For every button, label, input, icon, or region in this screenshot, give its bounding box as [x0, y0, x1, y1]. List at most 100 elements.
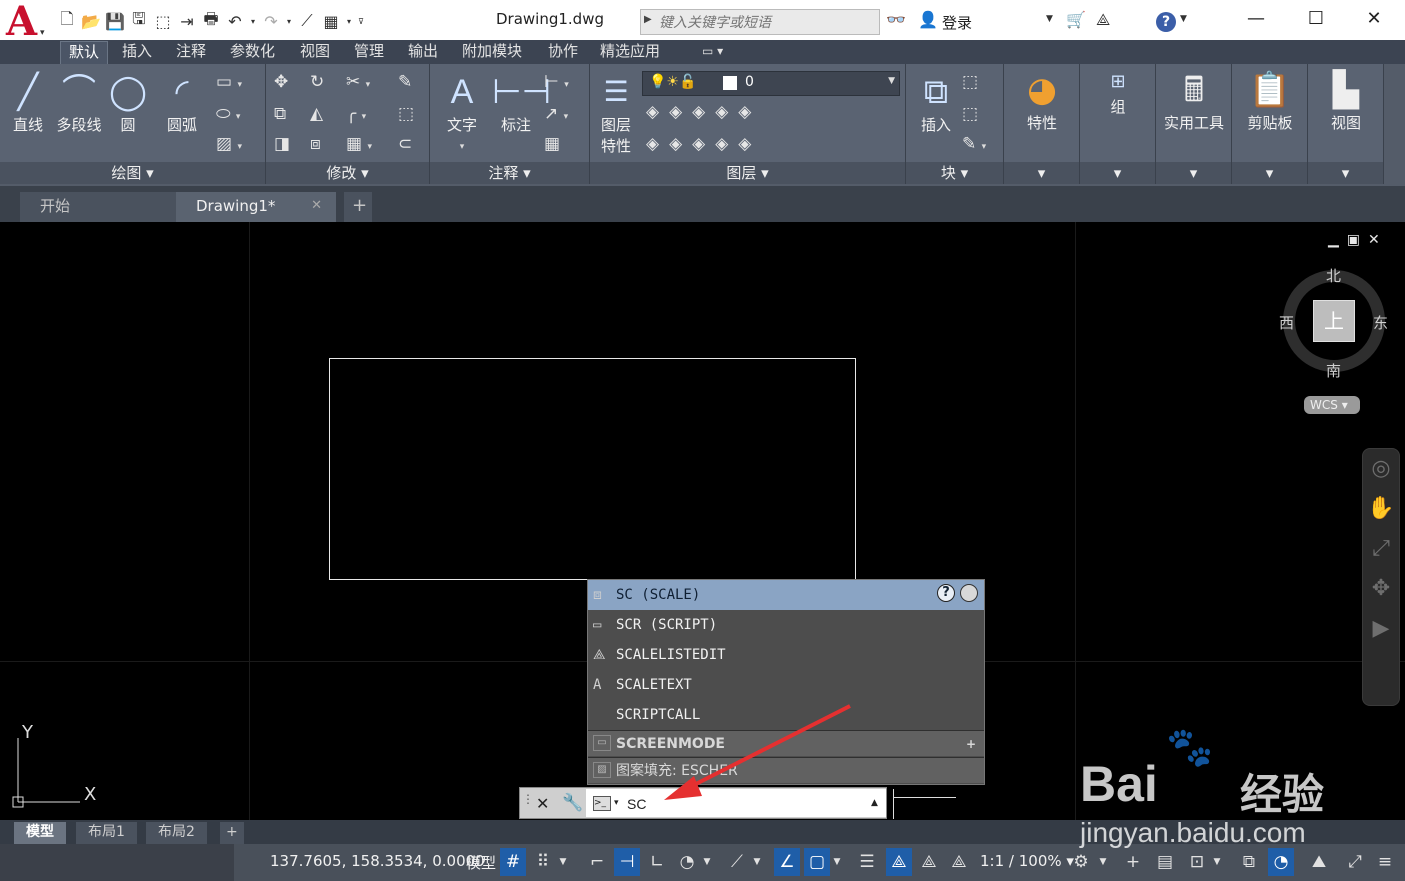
compass-east[interactable]: 东 [1373, 312, 1388, 333]
tab-collaborate[interactable]: 协作 [540, 41, 586, 64]
user-icon[interactable]: 👤 [918, 10, 938, 29]
layers-panel-footer[interactable]: 图层 ▾ [590, 162, 905, 184]
tab-default[interactable]: 默认 [60, 41, 109, 64]
block-attribute-icon[interactable]: ✎ ▾ [962, 134, 986, 154]
model-space-button[interactable]: 模型 [466, 852, 496, 873]
fullscreen-icon[interactable]: ⤢ [1342, 848, 1368, 876]
application-menu-button[interactable]: A ▾ [0, 0, 52, 45]
groups-panel-expand[interactable]: ▾ [1080, 162, 1155, 184]
annotation-scale-readout[interactable]: 1:1 / 100% ▾ [980, 852, 1074, 870]
group-button[interactable]: ⊞ 组 [1088, 68, 1148, 117]
line-button[interactable]: ╱ 直线 [8, 70, 48, 135]
block-panel-footer[interactable]: 块 ▾ [906, 162, 1003, 184]
binoculars-icon[interactable]: 👓 [886, 10, 906, 29]
mirror-icon[interactable]: ◭ [310, 104, 323, 124]
tab-annotate[interactable]: 注释 [168, 41, 214, 64]
wcs-menu[interactable]: WCS ▾ [1304, 396, 1360, 414]
grip-icon[interactable]: ⋮ [522, 792, 534, 806]
tab-addins[interactable]: 附加模块 [454, 41, 530, 64]
login-button[interactable]: 登录 [942, 12, 972, 33]
tab-manage[interactable]: 管理 [346, 41, 392, 64]
a360-icon[interactable]: ⟁ [1096, 10, 1110, 30]
utilities-panel-expand[interactable]: ▾ [1156, 162, 1231, 184]
globe-icon[interactable] [960, 584, 978, 602]
chevron-down-icon[interactable]: ▾ [614, 798, 619, 808]
offset-icon[interactable]: ⊂ [398, 134, 412, 154]
recent-commands-icon[interactable]: ▲ [871, 798, 878, 808]
coordinate-readout[interactable]: 137.7605, 158.3534, 0.0000 [270, 852, 485, 870]
add-layout-button[interactable]: + [220, 822, 244, 844]
linear-dim-icon[interactable]: ⊢ ▾ [544, 72, 569, 92]
pan-icon[interactable]: ✋ [1363, 489, 1399, 529]
tab-layout1[interactable]: 布局1 [76, 822, 137, 844]
suggestion-scale[interactable]: ⧈ SC (SCALE) [588, 580, 984, 610]
layer-properties-button[interactable]: ☰ 图层 特性 [596, 70, 636, 156]
clipboard-panel-expand[interactable]: ▾ [1232, 162, 1307, 184]
open-icon[interactable]: 📂 [80, 10, 102, 32]
auto-scale-icon[interactable]: ⟁ [916, 848, 942, 876]
erase-icon[interactable]: ✎ [398, 72, 412, 92]
zoom-extents-icon[interactable]: ⤢ [1363, 529, 1399, 569]
tab-view[interactable]: 视图 [292, 41, 338, 64]
isodraft-icon[interactable]: ⟋ [724, 848, 750, 876]
viewport-controls[interactable]: ▁▣✕ [1328, 232, 1388, 248]
annotation-monitor-icon[interactable]: + [1120, 848, 1146, 876]
tab-output[interactable]: 输出 [400, 41, 446, 64]
customize-qat-icon[interactable]: ⊽ [356, 10, 366, 32]
polyline-button[interactable]: ⌒ 多段线 [54, 70, 104, 135]
showmotion-icon[interactable]: ▶ [1363, 609, 1399, 649]
minimize-button[interactable]: — [1236, 8, 1276, 30]
save-icon[interactable]: 💾 [104, 10, 126, 32]
drawn-rectangle[interactable] [329, 358, 856, 580]
workspace-gear-icon[interactable]: ⚙ [1068, 848, 1094, 876]
chevron-down-icon[interactable]: ▼ [1046, 14, 1053, 24]
edit-block-icon[interactable]: ⬚ [962, 104, 978, 124]
units-icon[interactable]: ▤ [1152, 848, 1178, 876]
chevron-down-icon[interactable]: ▾ [284, 10, 294, 32]
layer-dropdown[interactable]: 💡☀🔓 0 ▼ [642, 71, 900, 96]
annotation-panel-footer[interactable]: 注释 ▾ [430, 162, 589, 184]
dynamic-input-icon[interactable]: ⊣ [614, 848, 640, 876]
new-icon[interactable]: 🗋 [56, 9, 78, 32]
chevron-down-icon[interactable]: ▾ [344, 10, 354, 32]
dimension-button[interactable]: ⊢⊣ 标注 [492, 70, 551, 135]
tab-layout2[interactable]: 布局2 [146, 822, 207, 844]
viewcube-top-face[interactable]: 上 [1313, 300, 1355, 342]
search-input[interactable] [659, 12, 874, 32]
leader-icon[interactable]: ↗ ▾ [544, 104, 568, 124]
close-icon[interactable]: ✕ [311, 192, 322, 220]
copy-icon[interactable]: ⧉ [274, 104, 286, 124]
object-snap-icon[interactable]: ▢ [804, 848, 830, 876]
chevron-down-icon[interactable]: ▼ [1210, 848, 1224, 876]
properties-panel-expand[interactable]: ▾ [1004, 162, 1079, 184]
chevron-down-icon[interactable]: ▼ [750, 848, 764, 876]
selection-cycling-icon[interactable]: ⧉ [1236, 848, 1262, 876]
create-block-icon[interactable]: ⬚ [962, 72, 978, 92]
insert-button[interactable]: ⧉ 插入 [912, 70, 960, 135]
trim-icon[interactable]: ✂ ▾ [346, 72, 370, 92]
wrench-icon[interactable]: 🔧 [562, 793, 583, 813]
tab-start[interactable]: 开始 [20, 192, 178, 222]
plot-icon[interactable]: 🖶 [200, 9, 222, 32]
close-icon[interactable]: ✕ [536, 794, 549, 813]
chevron-down-icon[interactable]: ▼ [1096, 848, 1110, 876]
undo-icon[interactable]: ↶ [224, 10, 246, 32]
compass-west[interactable]: 西 [1279, 312, 1294, 333]
help-icon[interactable]: ? [937, 584, 955, 602]
ortho-icon[interactable]: ∟ [644, 848, 670, 876]
ribbon-minimize-icon[interactable]: ▭ ▾ [694, 41, 731, 64]
hatch-icon[interactable]: ▨ ▾ [216, 134, 242, 154]
object-snap-tracking-icon[interactable]: ∠ [774, 848, 800, 876]
lineweight-icon[interactable]: ☰ [854, 848, 880, 876]
table-icon[interactable]: ▦ [544, 134, 560, 154]
close-button[interactable]: ✕ [1354, 8, 1394, 30]
annotation-scale-icon[interactable]: ⟁ [946, 848, 972, 876]
modify-panel-footer[interactable]: 修改 ▾ [266, 162, 429, 184]
save-as-icon[interactable]: 🖫 [128, 9, 150, 32]
tab-drawing1[interactable]: Drawing1* ✕ [176, 192, 336, 222]
layer-tools-row1-icon[interactable]: ◈◈◈◈◈ [646, 102, 761, 122]
annotation-visibility-icon[interactable]: ⟁ [886, 848, 912, 876]
match-properties-icon[interactable]: ⟋ [296, 10, 318, 32]
infer-constraints-icon[interactable]: ⌐ [584, 848, 610, 876]
clean-screen-icon[interactable]: ⛰ [1306, 848, 1332, 876]
